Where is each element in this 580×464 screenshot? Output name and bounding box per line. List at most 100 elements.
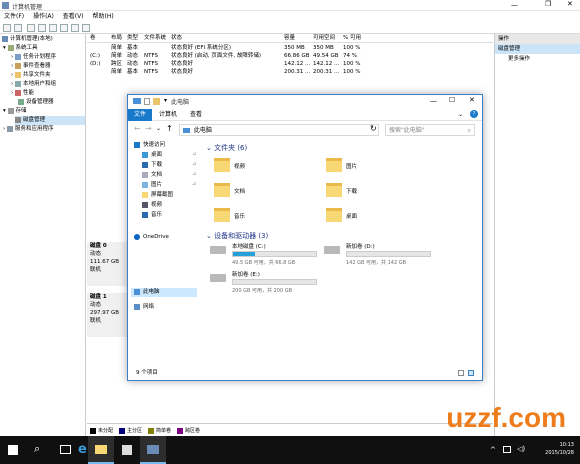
pin-icon[interactable]: ⊿ <box>192 171 196 177</box>
help-icon[interactable]: ? <box>470 110 478 118</box>
actions-more[interactable]: 更多操作 <box>495 54 580 64</box>
drives-header[interactable]: ⌄ 设备和驱动器 (3) <box>206 231 268 241</box>
col-layout[interactable]: 布局 <box>111 34 122 43</box>
tree-item-services[interactable]: › 服务和应用程序 <box>3 125 53 134</box>
disk-1-label[interactable]: 磁盘 1 动态 297.97 GB 联机 <box>87 293 127 337</box>
drive-d[interactable]: 新加卷 (D:) 142 GB 可用，共 142 GB <box>324 242 444 272</box>
tab-computer[interactable]: 计算机 <box>159 109 177 121</box>
tab-file[interactable]: 文件 <box>128 109 152 121</box>
nav-item-downloads[interactable]: 下载 <box>142 161 162 170</box>
minimize-icon[interactable]: — <box>430 97 437 105</box>
folder-music[interactable]: 音乐 <box>214 208 274 230</box>
nav-item-this-pc[interactable]: 此电脑 <box>134 288 160 297</box>
expand-ribbon-icon[interactable]: ⌄ <box>458 111 463 118</box>
back-icon[interactable]: ← <box>134 124 141 133</box>
nav-item-documents[interactable]: 文档 <box>142 171 162 180</box>
col-type[interactable]: 类型 <box>127 34 138 43</box>
new-folder-icon[interactable] <box>153 98 160 105</box>
delete-icon[interactable] <box>82 24 90 32</box>
tree-item-task-scheduler[interactable]: › 任务计划程序 <box>11 53 56 62</box>
nav-item-pictures[interactable]: 图片 <box>142 181 162 190</box>
close-icon[interactable]: ✕ <box>469 96 475 104</box>
maximize-icon[interactable]: ☐ <box>449 96 455 104</box>
pin-icon[interactable]: ⊿ <box>192 181 196 187</box>
tiles-view-icon[interactable] <box>468 370 474 376</box>
drive-c[interactable]: 本地磁盘 (C:) 49.5 GB 可用，共 66.8 GB <box>210 242 330 272</box>
volume-icon[interactable]: ◁) <box>517 445 525 453</box>
col-percent[interactable]: % 可用 <box>343 34 361 43</box>
address-bar[interactable]: 此电脑 <box>179 124 379 136</box>
disk-status: 联机 <box>90 318 102 324</box>
pin-icon[interactable]: ⊿ <box>192 161 196 167</box>
tree-item-performance[interactable]: › 性能 <box>11 89 34 98</box>
menu-view[interactable]: 查看(V) <box>63 13 84 20</box>
properties-icon[interactable] <box>38 24 46 32</box>
tree-item-disk-management[interactable]: 磁盘管理 <box>15 116 85 125</box>
start-button[interactable] <box>0 436 26 464</box>
tray-up-icon[interactable]: ^ <box>490 446 496 454</box>
minimize-icon[interactable]: — <box>511 1 518 9</box>
nav-item-desktop[interactable]: 桌面 <box>142 151 162 160</box>
network-icon[interactable] <box>503 446 511 453</box>
table-row[interactable]: 简单 基本 状态良好 (EFI 系统分区) 350 MB 350 MB 100 % <box>87 44 493 52</box>
folder-downloads[interactable]: 下载 <box>326 183 386 205</box>
col-fs[interactable]: 文件系统 <box>144 34 166 43</box>
close-icon[interactable]: ✕ <box>567 0 573 8</box>
folder-desktop[interactable]: 桌面 <box>326 208 386 230</box>
forward-icon[interactable] <box>14 24 22 32</box>
nav-item-screenshots[interactable]: 屏幕截图 <box>142 191 173 200</box>
explorer-taskbar-button[interactable] <box>88 436 114 464</box>
actions-disk-management[interactable]: 磁盘管理 <box>495 44 580 54</box>
tree-item-root[interactable]: 计算机管理(本地) <box>2 35 53 44</box>
breadcrumb[interactable]: 此电脑 <box>194 127 212 134</box>
nav-item-onedrive[interactable]: OneDrive <box>134 233 169 242</box>
computer-management-taskbar-button[interactable] <box>140 436 166 464</box>
tree-item-event-viewer[interactable]: › 事件查看器 <box>11 62 50 71</box>
details-view-icon[interactable] <box>458 370 464 376</box>
col-volume[interactable]: 卷 <box>90 34 96 43</box>
up-icon[interactable]: ↑ <box>166 124 173 133</box>
table-row[interactable]: (C:) 简单 动态 NTFS 状态良好 (启动, 页面文件, 故障转储) 66.86 G… <box>87 52 493 60</box>
tab-view[interactable]: 查看 <box>190 109 202 121</box>
help-icon[interactable] <box>49 24 57 32</box>
tree-item-storage[interactable]: ▾ 存储 <box>3 107 27 116</box>
folder-videos[interactable]: 视频 <box>214 158 274 180</box>
nav-item-music[interactable]: 音乐 <box>142 211 162 220</box>
menu-help[interactable]: 帮助(H) <box>93 13 114 20</box>
refresh-icon[interactable] <box>60 24 68 32</box>
store-button[interactable] <box>114 436 140 464</box>
search-button[interactable]: ⌕ <box>26 436 52 464</box>
table-row[interactable]: (D:) 跨区 动态 NTFS 状态良好 142.12 ... 142.12 ... 100 … <box>87 60 493 68</box>
tree-item-shared-folders[interactable]: › 共享文件夹 <box>11 71 50 80</box>
folder-pictures[interactable]: 图片 <box>326 158 386 180</box>
nav-item-network[interactable]: 网络 <box>134 303 154 312</box>
menu-file[interactable]: 文件(F) <box>4 13 24 20</box>
qat-dropdown-icon[interactable]: ▾ <box>164 97 167 104</box>
col-status[interactable]: 状态 <box>171 34 182 43</box>
table-row[interactable]: 简单 基本 NTFS 状态良好 200.31 ... 200.31 ... 100 % <box>87 68 493 76</box>
services-icon <box>6 125 13 132</box>
properties-icon[interactable] <box>144 98 150 105</box>
history-dropdown-icon[interactable]: ⌄ <box>156 125 161 132</box>
menu-action[interactable]: 操作(A) <box>33 13 54 20</box>
folder-documents[interactable]: 文档 <box>214 183 274 205</box>
drive-e[interactable]: 新加卷 (E:) 200 GB 可用，共 200 GB <box>210 270 330 300</box>
search-input[interactable]: 搜索"此电脑" ⌕ <box>385 124 475 136</box>
tree-item-local-users[interactable]: › 本地用户和组 <box>11 80 56 89</box>
pin-icon[interactable]: ⊿ <box>192 151 196 157</box>
refresh-icon[interactable]: ↻ <box>370 124 377 133</box>
nav-item-quick-access[interactable]: 快速访问 <box>134 141 165 150</box>
back-icon[interactable] <box>3 24 11 32</box>
tree-item-system-tools[interactable]: ▾ 系统工具 <box>3 44 38 53</box>
forward-icon[interactable]: → <box>145 124 152 133</box>
export-icon[interactable] <box>71 24 79 32</box>
up-icon[interactable] <box>27 24 35 32</box>
tree-item-device-manager[interactable]: 设备管理器 <box>18 98 54 107</box>
col-free[interactable]: 可用空间 <box>313 34 335 43</box>
nav-item-videos[interactable]: 视频 <box>142 201 162 210</box>
disk-0-label[interactable]: 磁盘 0 动态 111.67 GB 联机 <box>87 242 127 286</box>
maximize-icon[interactable]: ❐ <box>545 0 551 8</box>
col-capacity[interactable]: 容量 <box>284 34 295 43</box>
clock[interactable]: 10:13 2015/10/28 <box>545 441 574 457</box>
folders-header[interactable]: ⌄ 文件夹 (6) <box>206 143 247 153</box>
